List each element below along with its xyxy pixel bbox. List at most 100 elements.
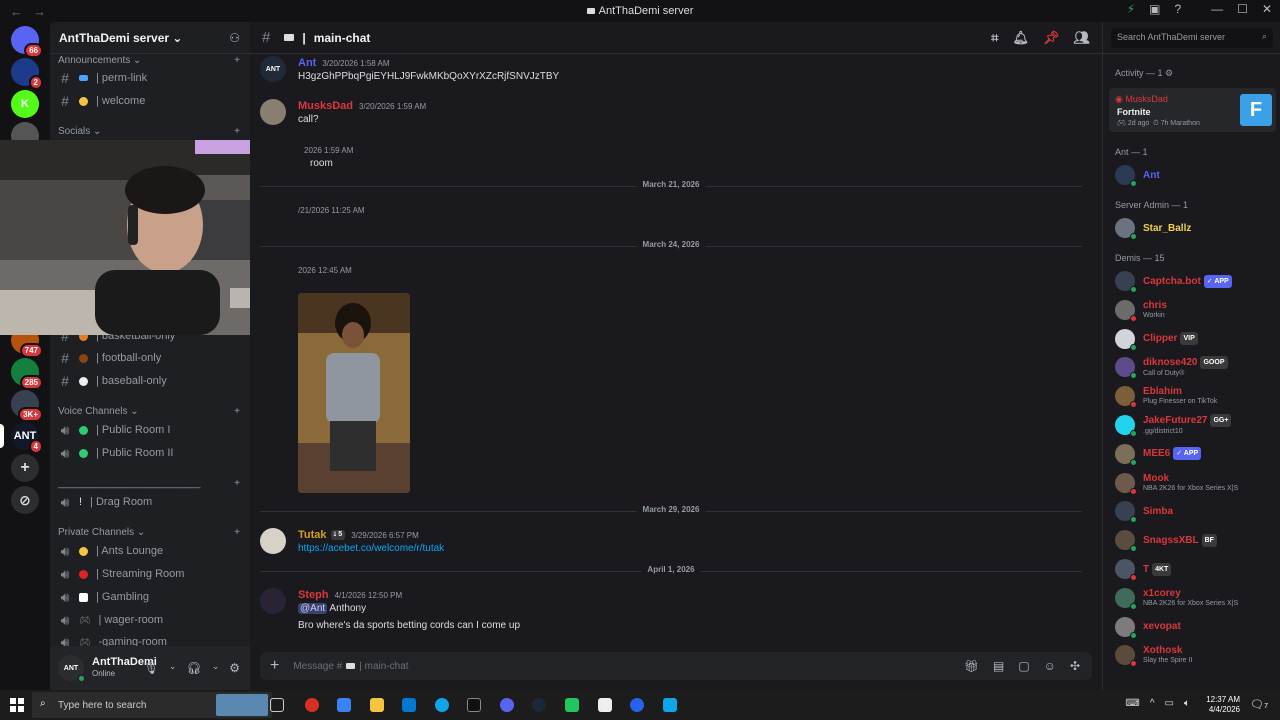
category-announcements[interactable]: Announcements ⌄ + [58,55,240,66]
members-icon[interactable]: 👥︎ [1073,30,1090,46]
add-channel-icon[interactable]: + [234,55,240,66]
volume-icon[interactable]: 🔈︎ [1184,698,1190,709]
server-icon[interactable]: 285 [11,358,43,390]
keyboard-icon[interactable]: ⌨ [1125,698,1139,709]
headphones-icon[interactable]: 🎧︎ [186,661,201,675]
chrome-icon[interactable] [305,698,319,712]
steam-icon[interactable] [532,698,546,712]
member-item[interactable]: Mook NBA 2K26 for Xbox Series X|S [1115,470,1274,496]
member-item[interactable]: SnagssXBL BF [1115,527,1274,553]
inbox-icon[interactable]: ▣ [1149,2,1160,16]
channel-welcome[interactable]: # | welcome [58,91,242,111]
avatar[interactable] [260,99,286,125]
pin-icon[interactable]: 📌︎ [1043,30,1060,46]
avatar[interactable] [260,588,286,614]
message-author[interactable]: Steph [298,589,329,601]
user-avatar[interactable]: ANT [58,655,86,683]
category-socials[interactable]: Socials ⌄ + [58,126,240,137]
gift-icon[interactable]: 🎁︎ [964,659,979,673]
notification-icon[interactable]: 🗨︎7 [1250,698,1268,711]
mail-icon[interactable] [402,698,416,712]
member-item[interactable]: Ant [1115,162,1274,188]
tray-icons[interactable]: ⌨ ^ ▭ 🔈︎ [1125,698,1190,709]
member-item[interactable]: Xothosk Slay the Spire II [1115,642,1274,668]
add-attachment-icon[interactable]: + [270,657,279,675]
app-icon[interactable] [663,698,677,712]
add-channel-icon[interactable]: + [234,527,240,538]
category-voice-channels[interactable]: Voice Channels ⌄ + [58,406,240,417]
search-input[interactable]: Search AntThaDemi server ⌕ [1111,28,1273,48]
channel-perm-link[interactable]: # | perm-link [58,68,242,88]
clock[interactable]: 12:37 AM 4/4/2026 [1206,695,1240,715]
file-explorer-icon[interactable] [370,698,384,712]
member-item[interactable]: Star_Ballz [1115,215,1274,241]
message-author[interactable]: Tutak [298,529,327,541]
network-icon[interactable]: ▭ [1165,698,1174,709]
member-item[interactable]: x1corey NBA 2K26 for Xbox Series X|S [1115,585,1274,611]
apps-icon[interactable]: ✣ [1070,659,1080,673]
discord-icon[interactable] [500,698,514,712]
server-icon[interactable]: 2 [11,58,43,90]
message-image-attachment[interactable] [298,293,410,493]
message-author[interactable]: MusksDad [298,100,353,112]
gif-icon[interactable]: ▤ [993,659,1004,673]
microphone-icon[interactable]: 🎙︎ [144,661,159,675]
channel-baseball-only[interactable]: # | baseball-only [58,371,242,391]
capcut-icon[interactable] [467,698,481,712]
edge-icon[interactable] [435,698,449,712]
help-icon[interactable]: ? [1174,2,1181,16]
message-composer[interactable]: + Message # | main-chat 🎁︎ ▤ ▢ ☺ ✣ [260,652,1092,680]
member-item[interactable]: Clipper VIP [1115,326,1274,352]
gear-icon[interactable]: ⚙ [229,661,240,675]
activity-card[interactable]: ◉ MusksDad Fortnite 🎮︎ 2d ago ⏱ 7h Marat… [1109,88,1276,132]
avatar[interactable]: ANT [260,56,286,82]
channel-public-room-1[interactable]: 🔊︎ | Public Room I [58,420,242,440]
add-channel-icon[interactable]: + [234,406,240,417]
channel-ants-lounge[interactable]: 🔊︎ | Ants Lounge [58,541,242,561]
sticker-icon[interactable]: ▢ [1018,659,1029,673]
add-channel-icon[interactable]: + [234,478,240,489]
server-icon[interactable]: K [11,90,39,118]
windows-start-icon[interactable] [10,698,24,712]
channel-football-only[interactable]: # | football-only [58,348,242,368]
close-icon[interactable]: ✕ [1262,2,1272,16]
member-item[interactable]: diknose420 GOOP Call of Duty® [1115,354,1274,380]
gear-icon[interactable]: ⚙ [1165,68,1173,78]
app-icon[interactable] [630,698,644,712]
add-channel-icon[interactable]: + [234,126,240,137]
category-private-channels[interactable]: Private Channels ⌄ + [58,527,240,538]
channel-streaming-room[interactable]: 🔊︎ | Streaming Room [58,564,242,584]
maximize-icon[interactable]: ☐ [1237,2,1248,16]
message-author[interactable]: Ant [298,57,316,69]
member-item[interactable]: Simba [1115,498,1274,524]
server-icon[interactable]: ANT 4 [11,422,43,454]
back-arrow-icon[interactable]: ← [10,4,23,19]
category-separator[interactable]: _______________________________ + [58,478,240,489]
notepad-icon[interactable] [598,698,612,712]
channel-gambling[interactable]: 🔊︎ | Gambling [58,587,242,607]
channel-wager-room[interactable]: 🔊︎ 🎮︎ | wager-room [58,610,242,630]
nitro-icon[interactable]: ⚡ [1127,2,1135,16]
avatar[interactable] [260,528,286,554]
minimize-icon[interactable]: — [1211,2,1223,16]
discover-icon[interactable]: ⊘ [11,486,39,514]
forward-arrow-icon[interactable]: → [33,4,46,19]
channel-drag-room[interactable]: 🔊︎ ! | Drag Room [58,492,242,512]
member-item[interactable]: Eblahim Plug Finesser on TikTok [1115,383,1274,409]
channel-gaming-room[interactable]: 🔊︎ 🎮︎ -gaming-room [58,632,242,647]
bell-icon[interactable]: 🔔︎ [1012,30,1029,46]
server-icon[interactable]: 3K+ [11,390,43,422]
taskbar-search[interactable]: ⌕ Type here to search [32,692,272,718]
message-link[interactable]: https://acebet.co/welcome/r/tutak [298,543,1082,554]
member-item[interactable]: xevopat [1115,614,1274,640]
server-header[interactable]: AntThaDemi server ⌄ ⚇ [50,22,250,54]
user-mention[interactable]: @Ant [298,603,328,614]
app-icon[interactable] [565,698,579,712]
member-item[interactable]: T 4KT [1115,556,1274,582]
invite-icon[interactable]: ⚇ [229,31,240,45]
server-icon[interactable]: 66 [11,26,43,58]
add-server-icon[interactable]: + [11,454,39,482]
store-icon[interactable] [337,698,351,712]
member-item[interactable]: JakeFuture27 GG+ .gg/district10 [1115,412,1274,438]
member-item[interactable]: Captcha.bot ✓ APP [1115,268,1274,294]
